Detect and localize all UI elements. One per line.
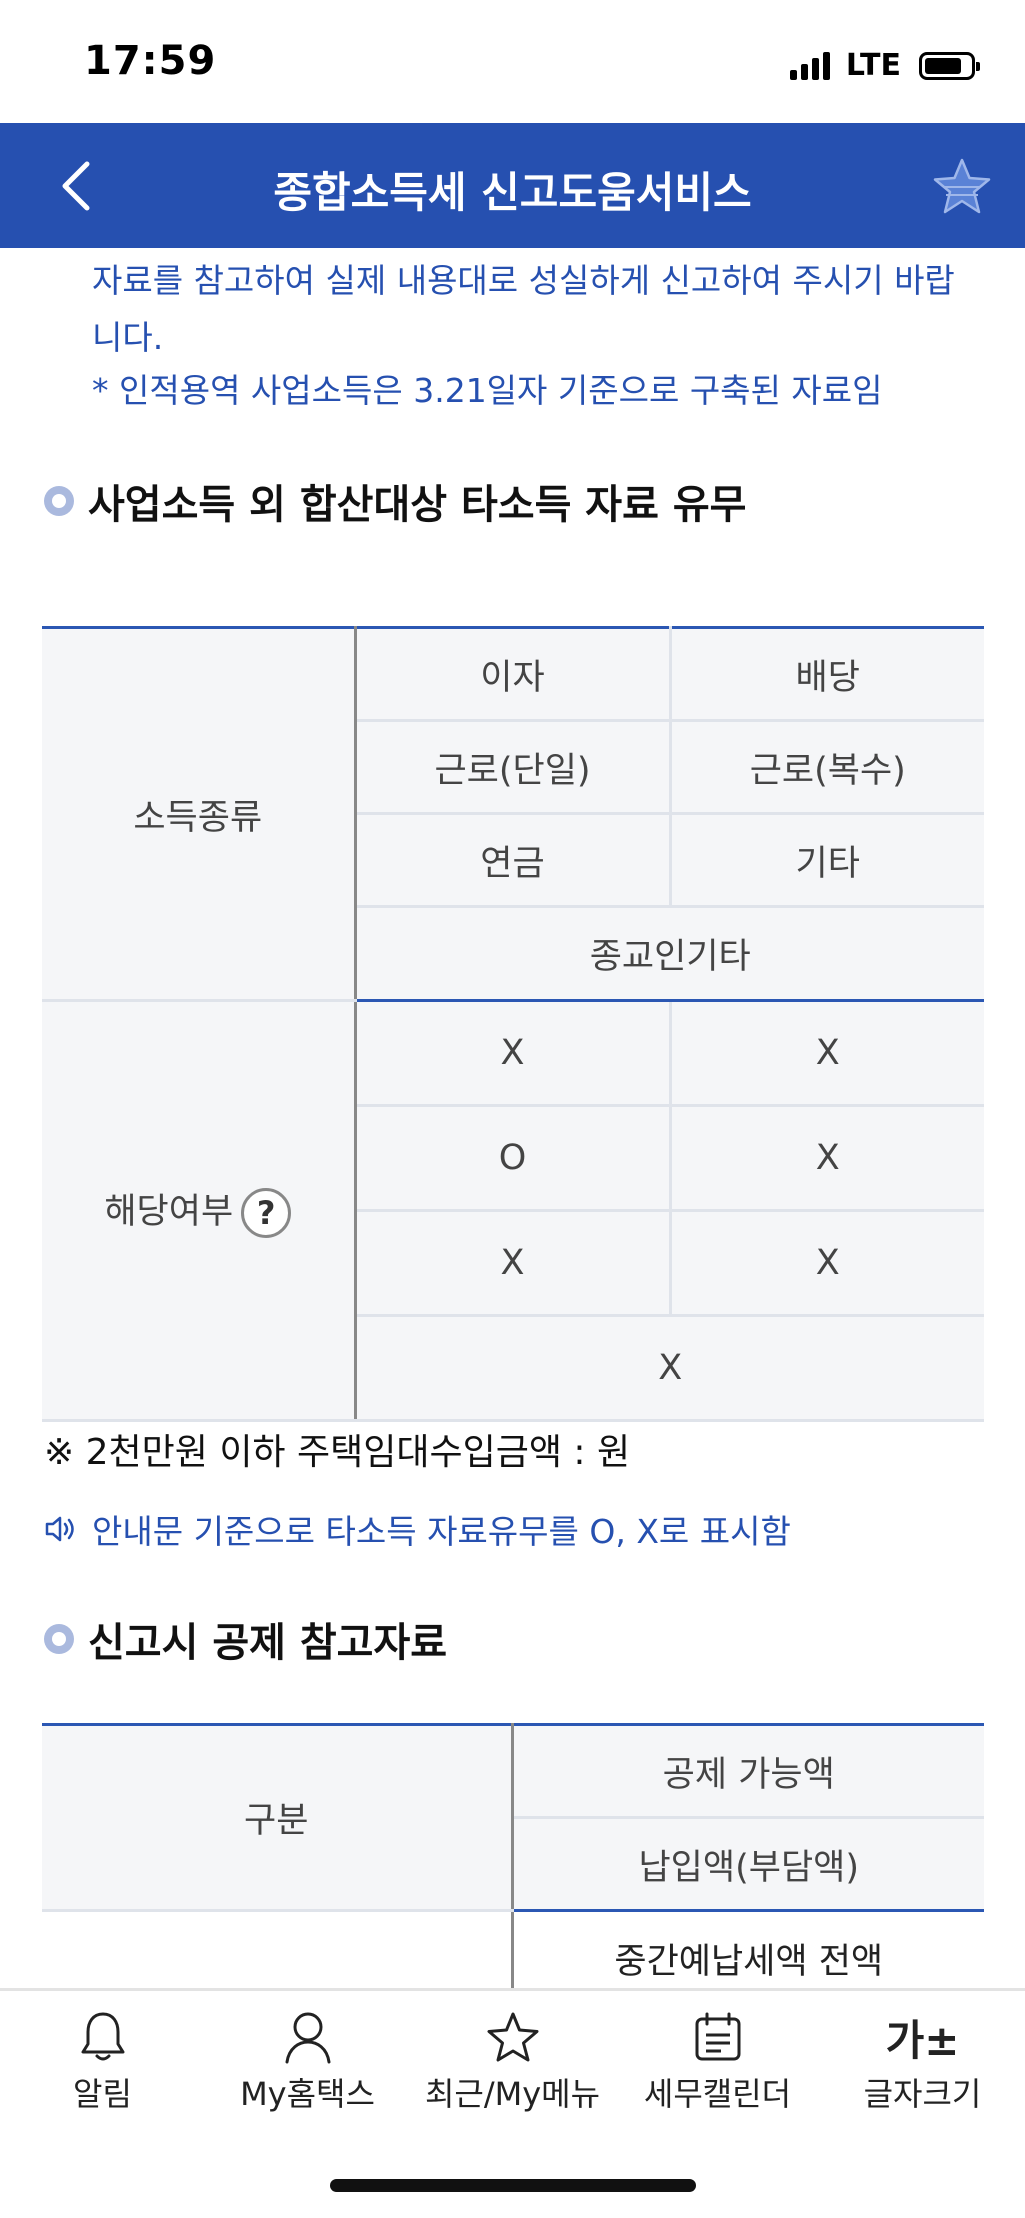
tab-label: 세무캘린더: [643, 2075, 792, 2113]
table-row: 구분 공제 가능액: [42, 1723, 984, 1912]
section-title-text: 신고시 공제 참고자료: [88, 1620, 448, 1666]
deduction-table: 구분 공제 가능액 납입액(부담액) 중간예납세액 전액: [42, 1723, 984, 2007]
tab-label: 글자크기: [863, 2075, 982, 2113]
section-bullet-icon: [44, 1624, 74, 1654]
tab-label: 최근/My메뉴: [424, 2075, 601, 2113]
status-other: X: [668, 1209, 984, 1317]
section-title-text: 사업소득 외 합산대상 타소득 자료 유무: [88, 482, 747, 528]
status-indicators: LTE: [789, 48, 980, 83]
font-size-icon: 가±: [885, 2015, 960, 2065]
help-icon[interactable]: ?: [241, 1188, 292, 1238]
tab-alerts[interactable]: 알림: [0, 1991, 205, 2128]
tab-my-hometax[interactable]: My홈택스: [205, 1991, 410, 2128]
status-labor-single: O: [355, 1104, 672, 1212]
table-row: 소득종류 이자 배당: [42, 626, 984, 1002]
cell-dividend: 배당: [668, 626, 984, 722]
page-title: 종합소득세 신고도움서비스: [273, 168, 752, 217]
calendar-icon: [695, 2012, 740, 2061]
tab-recent-menu[interactable]: 최근/My메뉴: [410, 1991, 615, 2128]
tab-label: My홈택스: [240, 2075, 375, 2113]
star-icon: [487, 2012, 538, 2062]
tab-label: 알림: [73, 2075, 132, 2113]
home-indicator[interactable]: [330, 2179, 696, 2192]
tab-tax-calendar[interactable]: 세무캘린더: [615, 1991, 820, 2128]
status-religious: X: [355, 1314, 984, 1422]
row-header-income-type: 소득종류: [42, 626, 357, 1002]
table-row: 해당여부? X X: [42, 999, 984, 1422]
status-bar: 17:59 LTE: [0, 0, 1025, 123]
network-label: LTE: [845, 48, 901, 83]
favorite-button[interactable]: [927, 151, 997, 221]
col-header-category: 구분: [42, 1723, 514, 1912]
notice-note: * 인적용역 사업소득은 3.21일자 기준으로 구축된 자료임: [92, 371, 883, 410]
status-pension: X: [355, 1209, 672, 1317]
battery-icon: [919, 51, 980, 80]
rental-income-footnote: ※ 2천만원 이하 주택임대수입금액 : 원: [44, 1432, 631, 1473]
status-time: 17:59: [84, 38, 217, 84]
speaker-icon: [45, 1516, 74, 1542]
notice-text: 자료를 참고하여 실제 내용대로 성실하게 신고하여 주시기 바랍니다.: [92, 261, 955, 357]
bell-icon: [81, 2012, 124, 2061]
other-income-table: 소득종류 이자 배당 근로(단일) 근로(복수) 연금 기타 종교인기타 해당여…: [42, 626, 984, 1422]
cell-pension: 연금: [355, 812, 672, 908]
status-interest: X: [353, 999, 672, 1107]
signal-icon: [789, 51, 830, 80]
status-dividend: X: [668, 999, 984, 1107]
section-title-deduction: 신고시 공제 참고자료: [44, 1610, 447, 1668]
app-header: 종합소득세 신고도움서비스: [0, 123, 1025, 248]
info-line: 안내문 기준으로 타소득 자료유무를 O, X로 표시함: [44, 1505, 791, 1553]
user-icon: [285, 2012, 330, 2064]
info-text: 안내문 기준으로 타소득 자료유무를 O, X로 표시함: [92, 1512, 791, 1551]
row-header-applicable-label: 해당여부: [104, 1192, 234, 1232]
bottom-tab-bar: 알림 My홈택스 최근/My메뉴 세무캘린더 가± 글자크기: [0, 1988, 1025, 2128]
section-bullet-icon: [44, 486, 74, 516]
cell-labor-single: 근로(단일): [355, 719, 672, 815]
cell-interest: 이자: [353, 626, 672, 722]
col-header-deductible: 공제 가능액: [510, 1723, 984, 1819]
tab-font-size[interactable]: 가± 글자크기: [820, 1991, 1025, 2128]
cell-religious: 종교인기타: [355, 905, 984, 1002]
cell-labor-multi: 근로(복수): [668, 719, 984, 815]
cell-other: 기타: [668, 812, 984, 908]
row-header-applicable: 해당여부?: [42, 999, 357, 1422]
star-icon: [933, 158, 991, 214]
col-header-paid: 납입액(부담액): [512, 1816, 984, 1912]
section-title-other-income: 사업소득 외 합산대상 타소득 자료 유무: [44, 472, 746, 530]
status-labor-multi: X: [668, 1104, 984, 1212]
